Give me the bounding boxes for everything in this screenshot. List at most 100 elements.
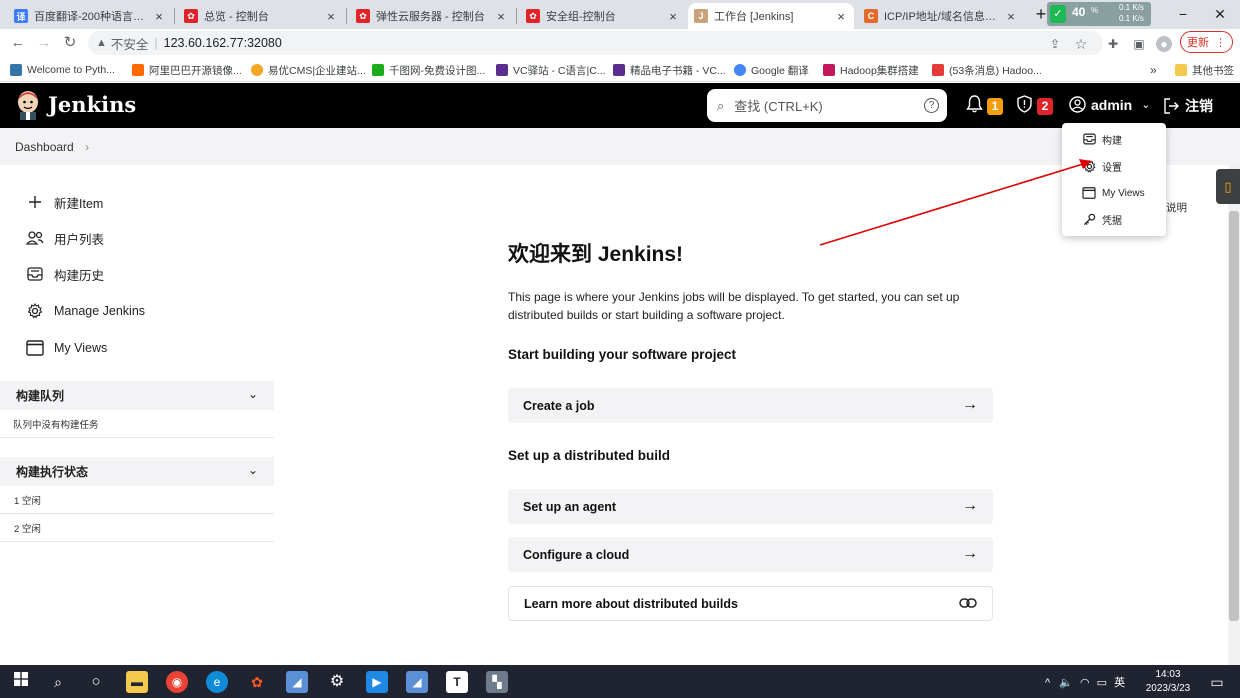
- chevron-down-icon[interactable]: ⌄: [248, 463, 258, 477]
- arrow-right-icon: →: [962, 497, 978, 514]
- search-icon[interactable]: ⌕: [47, 671, 69, 693]
- security-shield-icon[interactable]: [1016, 95, 1033, 118]
- jenkins-logo-icon[interactable]: [15, 90, 41, 120]
- forward-button[interactable]: →: [34, 34, 54, 52]
- section-heading: Set up a distributed build: [508, 448, 670, 463]
- browser-tab[interactable]: C ICP/IP地址/域名信息备案管 ×: [858, 3, 1024, 29]
- menu-item-label: 构建: [1102, 135, 1122, 147]
- browser-toolbar: ← → ↻ ▲ 不安全 | 123.60.162.77:32080 ⇪ ☆ ✚ …: [0, 29, 1240, 57]
- chevron-down-icon[interactable]: ⌄: [248, 387, 258, 401]
- breadcrumb-item-dashboard[interactable]: Dashboard ›: [15, 140, 89, 154]
- sidebar-item-build-history[interactable]: 构建历史: [26, 263, 104, 285]
- reload-button[interactable]: ↻: [60, 34, 80, 52]
- tab-close-icon[interactable]: ×: [494, 9, 508, 24]
- bookmark-item[interactable]: 精品电子书籍 - VC...: [613, 62, 726, 78]
- tab-close-icon[interactable]: ×: [1004, 9, 1018, 24]
- bookmark-item[interactable]: Google 翻译: [734, 62, 809, 78]
- bookmark-item[interactable]: VC驿站 - C语言|C...: [496, 62, 606, 78]
- extensions-icon[interactable]: ✚: [1105, 36, 1121, 52]
- tab-close-icon[interactable]: ×: [666, 9, 680, 24]
- file-explorer-icon[interactable]: ▬: [126, 671, 148, 693]
- back-button[interactable]: ←: [8, 34, 28, 52]
- browser-tab[interactable]: ✿ 总览 - 控制台 ×: [178, 3, 344, 29]
- logout-button[interactable]: 注销: [1163, 96, 1213, 116]
- create-job-button[interactable]: Create a job →: [508, 388, 993, 423]
- sidebar-item-my-views[interactable]: My Views: [26, 337, 107, 359]
- net-speed-widget: ✓ 40 % 0.1 K/s 0.1 K/s: [1047, 2, 1151, 26]
- edge-icon[interactable]: e: [206, 671, 228, 693]
- browser-tab-active[interactable]: J 工作台 [Jenkins] ×: [688, 3, 854, 29]
- inbox-icon: [1082, 132, 1096, 146]
- close-window-button[interactable]: ✕: [1205, 4, 1235, 24]
- sidebar-item-users[interactable]: 用户列表: [26, 227, 104, 249]
- tray-overflow-icon[interactable]: ^: [1045, 677, 1050, 689]
- wifi-icon[interactable]: ◠: [1080, 677, 1090, 689]
- tab-close-icon[interactable]: ×: [834, 9, 848, 24]
- scrollbar-thumb[interactable]: [1229, 211, 1239, 621]
- bell-icon[interactable]: [966, 95, 983, 118]
- build-queue-header[interactable]: 构建队列 ⌄: [0, 381, 274, 410]
- address-bar[interactable]: ▲ 不安全 | 123.60.162.77:32080: [88, 31, 1103, 55]
- xftp-icon[interactable]: ◢: [286, 671, 308, 693]
- tab-close-icon[interactable]: ×: [324, 9, 338, 24]
- jenkins-title[interactable]: Jenkins: [48, 92, 136, 117]
- update-button[interactable]: 更新 ⋮: [1180, 31, 1233, 53]
- battery-icon[interactable]: ▭: [1097, 677, 1107, 689]
- profile-avatar-icon[interactable]: ●: [1156, 36, 1172, 52]
- screenshot-tool-icon[interactable]: ▚: [486, 671, 508, 693]
- bookmark-item[interactable]: Hadoop集群搭建: [823, 62, 919, 78]
- bookmark-label: (53条消息) Hadoo...: [949, 64, 1042, 77]
- other-bookmarks-folder[interactable]: 其他书签: [1175, 62, 1234, 78]
- chrome-icon[interactable]: ◉: [166, 671, 188, 693]
- extension-sidebar-handle[interactable]: ▯: [1216, 169, 1240, 204]
- minimize-button[interactable]: −: [1168, 4, 1198, 24]
- browser-tab[interactable]: ✿ 安全组-控制台 ×: [520, 3, 686, 29]
- bookmark-item[interactable]: Welcome to Pyth...: [10, 62, 115, 78]
- bookmark-item[interactable]: 阿里巴巴开源镜像...: [132, 62, 242, 78]
- arrow-right-icon: →: [962, 545, 978, 562]
- browser-tab[interactable]: 译 百度翻译-200种语言互译、 ×: [8, 3, 172, 29]
- window-icon: [26, 339, 44, 357]
- browser-tab[interactable]: ✿ 弹性云服务器 - 控制台 ×: [350, 3, 514, 29]
- vmware-icon[interactable]: ▶: [366, 671, 388, 693]
- setup-agent-button[interactable]: Set up an agent →: [508, 489, 993, 524]
- taskbar-clock[interactable]: 14:03 2023/3/23: [1140, 668, 1196, 696]
- executors-header[interactable]: 构建执行状态 ⌄: [0, 457, 274, 486]
- notification-center-icon[interactable]: ▭: [1206, 671, 1228, 693]
- notification-badge[interactable]: 1: [987, 98, 1003, 115]
- notes-app-icon[interactable]: ◢: [406, 671, 428, 693]
- ime-indicator[interactable]: 英: [1114, 677, 1125, 689]
- sidebar-item-new-item[interactable]: 新建Item: [26, 191, 103, 213]
- breadcrumb-chevron-icon[interactable]: ›: [85, 140, 89, 154]
- sidebar-item-manage-jenkins[interactable]: Manage Jenkins: [26, 300, 145, 322]
- user-avatar-icon: [1069, 96, 1086, 113]
- address-divider: |: [154, 36, 158, 50]
- user-menu-button[interactable]: admin ⌄: [1069, 96, 1150, 113]
- share-icon[interactable]: ⇪: [1047, 36, 1063, 52]
- learn-more-link[interactable]: Learn more about distributed builds: [508, 586, 993, 621]
- executor-row[interactable]: 1 空闲: [0, 486, 274, 514]
- search-input[interactable]: ⌕ 查找 (CTRL+K) ?: [707, 89, 947, 122]
- configure-cloud-button[interactable]: Configure a cloud →: [508, 537, 993, 572]
- xshell-icon[interactable]: ✿: [246, 671, 268, 693]
- executor-row[interactable]: 2 空闲: [0, 514, 274, 542]
- sidepanel-icon[interactable]: ▣: [1131, 36, 1147, 52]
- security-badge[interactable]: 2: [1037, 98, 1053, 115]
- folder-icon: [1175, 64, 1187, 76]
- add-description-link[interactable]: 说明: [1166, 200, 1187, 215]
- bookmark-item[interactable]: 千图网-免费设计图...: [372, 62, 485, 78]
- tab-close-icon[interactable]: ×: [152, 9, 166, 24]
- tab-title: 工作台 [Jenkins]: [714, 11, 794, 23]
- typora-icon[interactable]: T: [446, 671, 468, 693]
- task-view-icon[interactable]: ○: [85, 671, 107, 693]
- help-icon[interactable]: ?: [924, 98, 939, 113]
- menu-item-builds[interactable]: 构建: [1082, 131, 1122, 147]
- system-tray[interactable]: ^ 🔈 ◠ ▭ 英: [1045, 674, 1125, 690]
- volume-icon[interactable]: 🔈: [1059, 677, 1073, 689]
- bookmark-star-icon[interactable]: ☆: [1073, 36, 1089, 52]
- bookmarks-overflow-button[interactable]: »: [1150, 62, 1157, 78]
- bookmark-item[interactable]: (53条消息) Hadoo...: [932, 62, 1042, 78]
- windows-start-icon[interactable]: [10, 671, 32, 693]
- settings-gear-icon[interactable]: ⚙: [326, 671, 348, 693]
- bookmark-item[interactable]: 易优CMS|企业建站...: [251, 62, 366, 78]
